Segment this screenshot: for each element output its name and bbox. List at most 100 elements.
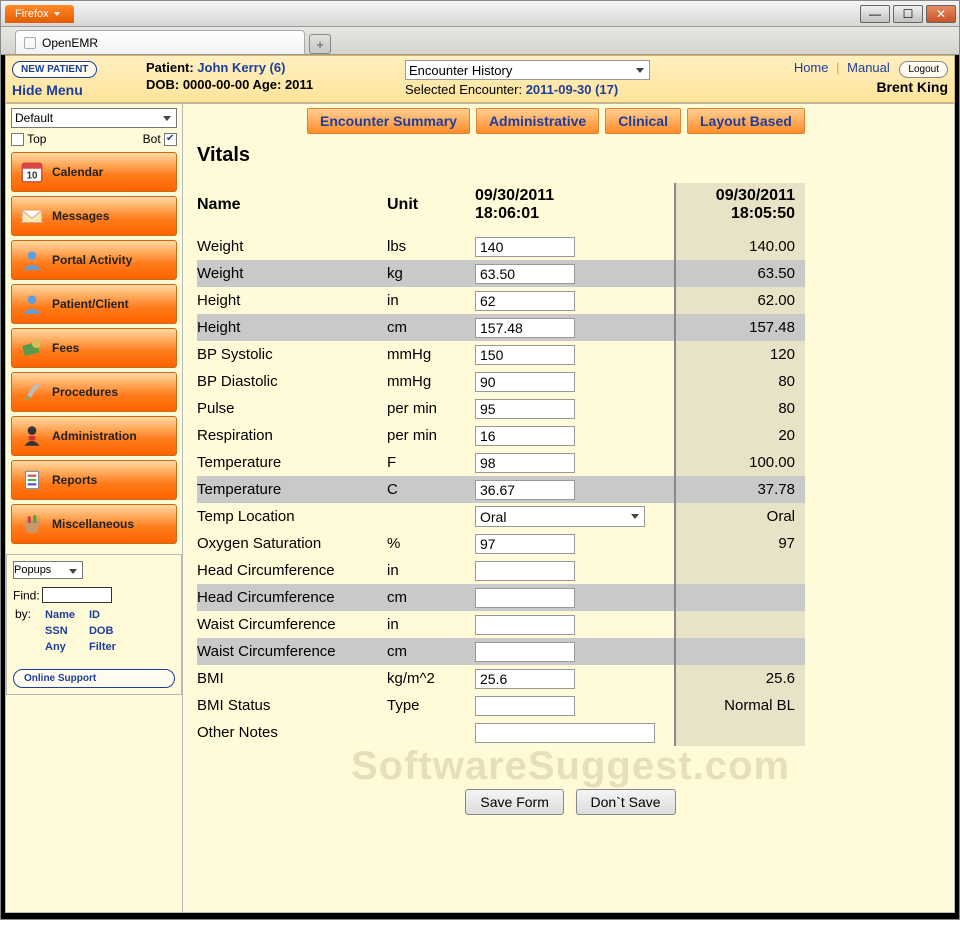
home-link[interactable]: Home bbox=[794, 60, 829, 75]
hide-menu-link[interactable]: Hide Menu bbox=[12, 82, 142, 98]
vital-input[interactable] bbox=[475, 372, 575, 392]
vital-input[interactable] bbox=[475, 291, 575, 311]
selected-encounter: Selected Encounter: 2011-09-30 (17) bbox=[405, 82, 790, 97]
vitals-row: Heightin62.00 bbox=[197, 287, 805, 314]
nav-label: Procedures bbox=[52, 385, 118, 399]
nav-item-patient-client[interactable]: Patient/Client bbox=[11, 284, 177, 324]
vital-input[interactable] bbox=[475, 426, 575, 446]
vital-prev: Normal BL bbox=[675, 692, 805, 719]
vital-input[interactable] bbox=[475, 318, 575, 338]
vital-select[interactable] bbox=[475, 506, 645, 527]
vital-input[interactable] bbox=[475, 696, 575, 716]
vital-name: Pulse bbox=[197, 395, 387, 422]
find-by-name[interactable]: Name bbox=[45, 609, 75, 621]
nav-item-portal-activity[interactable]: Portal Activity bbox=[11, 240, 177, 280]
encounter-history-select[interactable] bbox=[405, 60, 650, 80]
th-prev: 09/30/2011 18:05:50 bbox=[675, 183, 805, 233]
save-form-button[interactable]: Save Form bbox=[465, 789, 563, 815]
minimize-button[interactable]: — bbox=[860, 5, 890, 23]
tab-layout-based[interactable]: Layout Based bbox=[687, 108, 805, 134]
vital-input[interactable] bbox=[475, 588, 575, 608]
sidebar-profile-select[interactable] bbox=[11, 108, 177, 128]
nav-icon bbox=[18, 334, 46, 362]
find-by-ssn[interactable]: SSN bbox=[45, 625, 68, 637]
vital-unit: mmHg bbox=[387, 368, 475, 395]
tab-administrative[interactable]: Administrative bbox=[476, 108, 599, 134]
vital-prev bbox=[675, 638, 805, 665]
vital-prev: Oral bbox=[675, 503, 805, 530]
vitals-row: Weightlbs140.00 bbox=[197, 233, 805, 260]
vital-prev: 140.00 bbox=[675, 233, 805, 260]
vital-unit: per min bbox=[387, 422, 475, 449]
tab-clinical[interactable]: Clinical bbox=[605, 108, 681, 134]
firefox-menu-button[interactable]: Firefox bbox=[5, 5, 74, 23]
vital-input[interactable] bbox=[475, 237, 575, 257]
find-by-filter[interactable]: Filter bbox=[89, 641, 116, 653]
vital-name: Height bbox=[197, 287, 387, 314]
page-title: Vitals bbox=[197, 144, 944, 167]
popups-select[interactable] bbox=[13, 561, 83, 579]
vital-input[interactable] bbox=[475, 561, 575, 581]
vital-name: BMI Status bbox=[197, 692, 387, 719]
nav-item-reports[interactable]: Reports bbox=[11, 460, 177, 500]
online-support-button[interactable]: Online Support bbox=[13, 669, 175, 688]
nav-icon: 10 bbox=[18, 158, 46, 186]
dont-save-button[interactable]: Don`t Save bbox=[576, 789, 676, 815]
find-by-id[interactable]: ID bbox=[89, 609, 100, 621]
vital-input[interactable] bbox=[475, 480, 575, 500]
top-checkbox[interactable] bbox=[11, 133, 24, 146]
new-patient-button[interactable]: NEW PATIENT bbox=[12, 61, 97, 78]
patient-link[interactable]: John Kerry (6) bbox=[197, 60, 285, 75]
current-user: Brent King bbox=[794, 79, 948, 95]
nav-item-messages[interactable]: Messages bbox=[11, 196, 177, 236]
nav-item-procedures[interactable]: Procedures bbox=[11, 372, 177, 412]
vital-prev: 80 bbox=[675, 395, 805, 422]
nav-item-administration[interactable]: Administration bbox=[11, 416, 177, 456]
vitals-row: Head Circumferencecm bbox=[197, 584, 805, 611]
vital-prev: 120 bbox=[675, 341, 805, 368]
new-tab-button[interactable]: + bbox=[309, 34, 331, 54]
find-by-dob[interactable]: DOB bbox=[89, 625, 113, 637]
browser-tabbar: OpenEMR + bbox=[1, 27, 959, 55]
vital-input[interactable] bbox=[475, 399, 575, 419]
manual-link[interactable]: Manual bbox=[847, 60, 890, 75]
vital-name: Weight bbox=[197, 260, 387, 287]
vital-unit: kg/m^2 bbox=[387, 665, 475, 692]
vital-unit: in bbox=[387, 611, 475, 638]
nav-label: Messages bbox=[52, 209, 109, 223]
nav-label: Portal Activity bbox=[52, 253, 132, 267]
bot-checkbox[interactable] bbox=[164, 133, 177, 146]
vital-unit: % bbox=[387, 530, 475, 557]
vital-name: BMI bbox=[197, 665, 387, 692]
vital-prev bbox=[675, 611, 805, 638]
vital-input[interactable] bbox=[475, 642, 575, 662]
logout-button[interactable]: Logout bbox=[899, 61, 948, 78]
nav-label: Fees bbox=[52, 341, 79, 355]
vitals-table: Name Unit 09/30/2011 18:06:01 09/30/2011… bbox=[197, 183, 805, 746]
find-by-any[interactable]: Any bbox=[45, 641, 66, 653]
close-button[interactable]: ✕ bbox=[926, 5, 956, 23]
vital-unit bbox=[387, 719, 475, 746]
vital-input[interactable] bbox=[475, 453, 575, 473]
app-window: Firefox — ☐ ✕ OpenEMR + NEW PATIENT Hide… bbox=[0, 0, 960, 920]
browser-tab[interactable]: OpenEMR bbox=[15, 30, 305, 54]
nav-icon bbox=[18, 378, 46, 406]
vitals-row: Heightcm157.48 bbox=[197, 314, 805, 341]
vital-input[interactable] bbox=[475, 264, 575, 284]
vital-input[interactable] bbox=[475, 615, 575, 635]
vital-input[interactable] bbox=[475, 345, 575, 365]
page-icon bbox=[24, 37, 36, 49]
find-input[interactable] bbox=[42, 587, 112, 603]
vital-prev: 80 bbox=[675, 368, 805, 395]
maximize-button[interactable]: ☐ bbox=[893, 5, 923, 23]
main-content: Encounter SummaryAdministrativeClinicalL… bbox=[183, 103, 955, 913]
vital-input[interactable] bbox=[475, 669, 575, 689]
tab-encounter-summary[interactable]: Encounter Summary bbox=[307, 108, 470, 134]
vital-notes-input[interactable] bbox=[475, 723, 655, 743]
nav-item-calendar[interactable]: 10Calendar bbox=[11, 152, 177, 192]
watermark: SoftwareSuggest.com bbox=[197, 744, 944, 789]
nav-item-fees[interactable]: Fees bbox=[11, 328, 177, 368]
nav-item-miscellaneous[interactable]: Miscellaneous bbox=[11, 504, 177, 544]
selected-encounter-link[interactable]: 2011-09-30 (17) bbox=[526, 82, 619, 97]
vital-input[interactable] bbox=[475, 534, 575, 554]
